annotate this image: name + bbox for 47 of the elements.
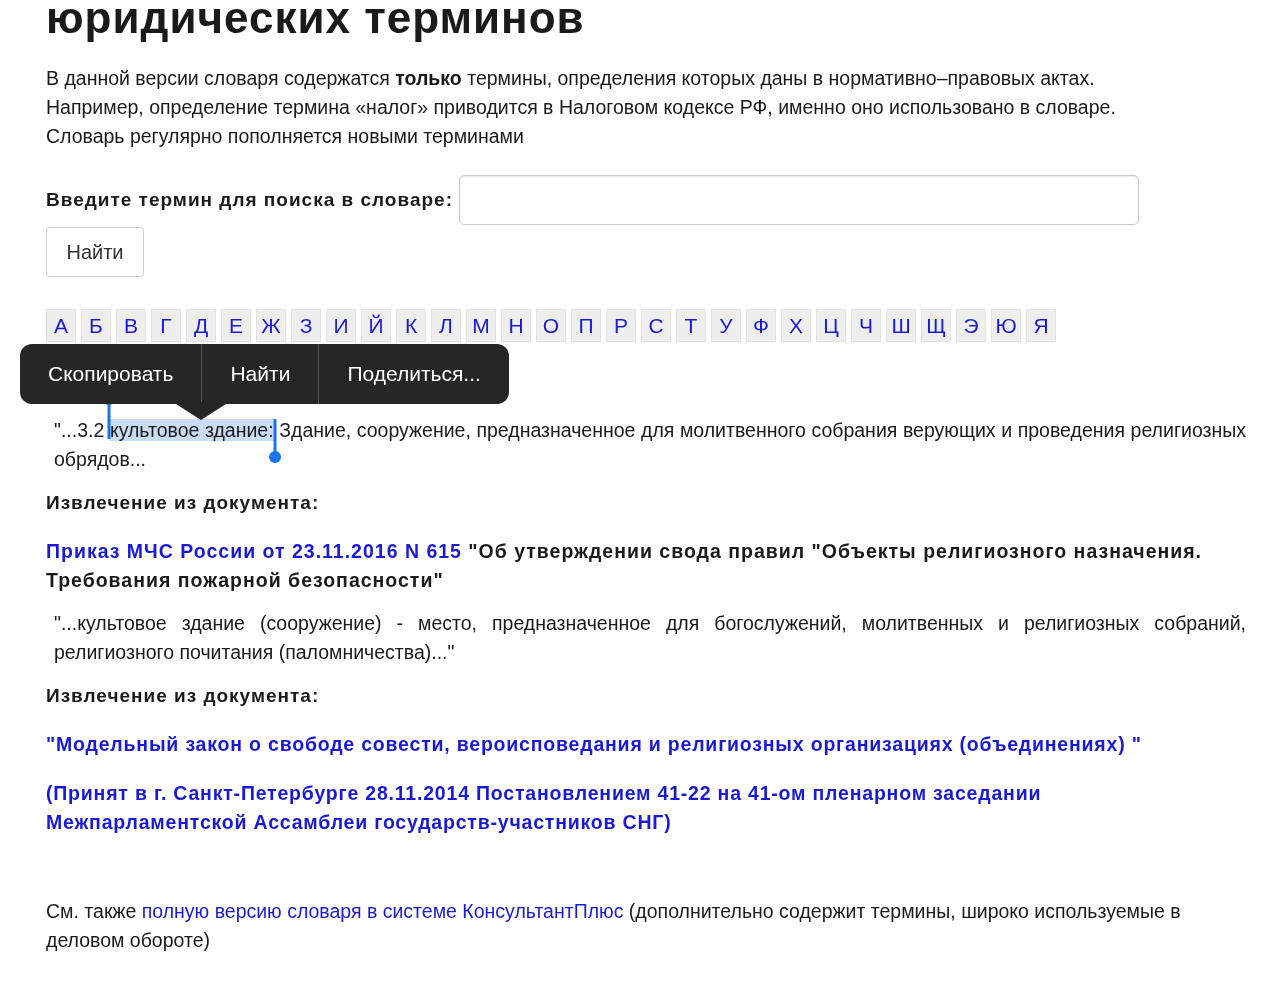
page-title: юридических терминов — [46, 0, 586, 42]
letter-link[interactable]: К — [396, 309, 426, 342]
letter-link[interactable]: Е — [221, 309, 251, 342]
letter-link[interactable]: Н — [501, 309, 531, 342]
letter-link[interactable]: Щ — [921, 309, 951, 342]
letter-link[interactable]: Р — [606, 309, 636, 342]
letter-link[interactable]: Б — [81, 309, 111, 342]
document-link[interactable]: "Модельный закон о свободе совести, вероисповедания и религиозных организациях (объединениях) " — [46, 730, 1246, 759]
search-field[interactable] — [458, 175, 1139, 225]
letter-link[interactable]: М — [466, 309, 496, 342]
letter-link[interactable]: Ф — [746, 309, 776, 342]
letter-link[interactable]: Г — [151, 309, 181, 342]
letter-link[interactable]: Э — [956, 309, 986, 342]
letter-link[interactable]: П — [571, 309, 601, 342]
intro-text: В данной версии словаря содержатся только термины, определения которых даны в нормативно–правовых актах. — [46, 66, 1096, 91]
document-link[interactable]: Приказ МЧС России от 23.11.2016 N 615 — [46, 540, 462, 562]
search-label: Введите термин для поиска в словаре: — [46, 189, 453, 211]
letter-link[interactable]: Ю — [991, 309, 1021, 342]
letter-link[interactable]: Ш — [886, 309, 916, 342]
intro-text: Например, определение термина «налог» приводится в Налоговом кодексе РФ, именно оно использовано в словаре. — [46, 95, 1117, 120]
letter-link[interactable]: Ж — [256, 309, 286, 342]
letter-link[interactable]: Ч — [851, 309, 881, 342]
letter-link[interactable]: А — [46, 309, 76, 342]
letter-link[interactable]: Я — [1026, 309, 1056, 342]
letter-link[interactable]: Д — [186, 309, 216, 342]
letter-link[interactable]: Л — [431, 309, 461, 342]
letter-link[interactable]: Т — [676, 309, 706, 342]
section-heading: Извлечение из документа: — [46, 491, 321, 515]
letter-link[interactable]: У — [711, 309, 741, 342]
menu-item[interactable]: Скопировать — [20, 344, 202, 404]
document-link[interactable]: (Принят в г. Санкт-Петербурге 28.11.2014 Постановлением 41-22 на 41-ом пленарном заседании Межпарламентской Ассамблеи государств-участников СНГ) — [46, 779, 1246, 837]
letter-link[interactable]: Й — [361, 309, 391, 342]
intro-text: Словарь регулярно пополняется новыми терминами — [46, 124, 525, 149]
letter-link[interactable]: З — [291, 309, 321, 342]
letter-link[interactable]: Ц — [816, 309, 846, 342]
full-version-link[interactable]: полную версию словаря в системе КонсультантПлюс — [141, 900, 624, 922]
footer-text: См. также полную версию словаря в системе КонсультантПлюс (дополнительно содержит термины, широко используемые в деловом обороте) — [46, 899, 1182, 953]
letter-link[interactable]: О — [536, 309, 566, 342]
section-heading: Извлечение из документа: — [46, 684, 321, 708]
letter-link[interactable]: Х — [781, 309, 811, 342]
search-button[interactable]: Найти — [46, 227, 144, 277]
letter-link[interactable]: И — [326, 309, 356, 342]
quote-text: "...культовое здание (сооружение) - место, предназначенное для богослужений, молитвенных и религиозных собраний, религиозного почитания (паломничества)..." — [54, 611, 1246, 665]
letter-link[interactable]: С — [641, 309, 671, 342]
source-title: Приказ МЧС России от 23.11.2016 N 615 "Об утверждении свода правил "Объекты религиозного назначения. Требования пожарной безопасности" — [46, 539, 1204, 593]
menu-item[interactable]: Поделиться... — [318, 344, 509, 404]
letter-link[interactable]: В — [116, 309, 146, 342]
